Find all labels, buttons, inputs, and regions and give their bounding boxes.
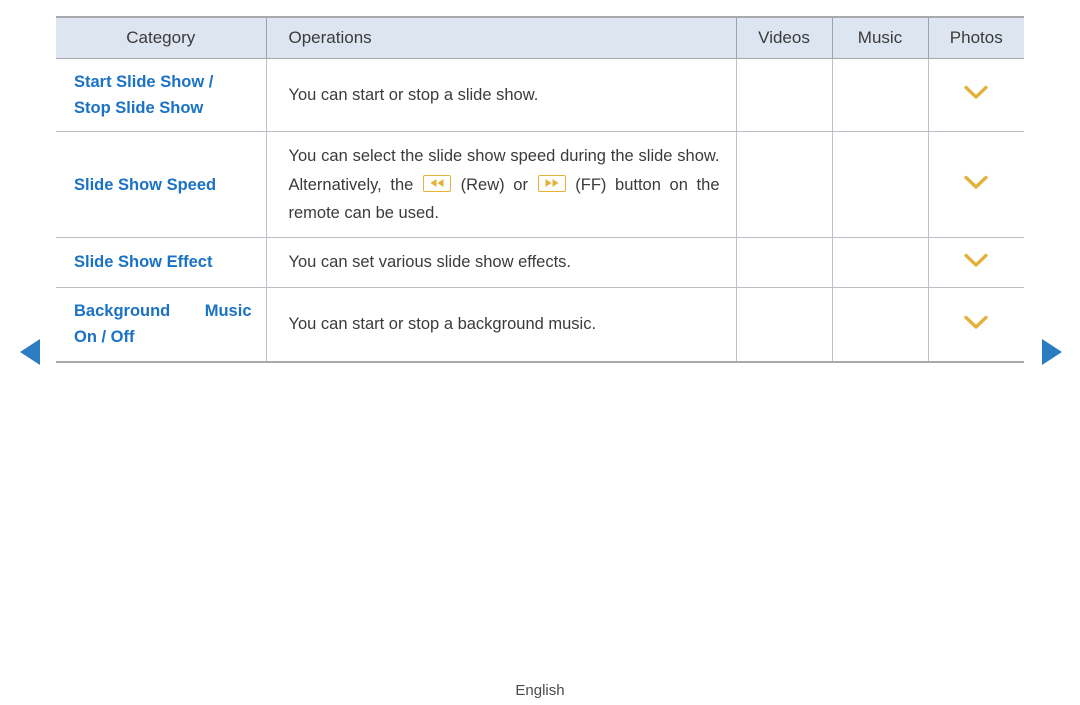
row-music-cell	[832, 287, 929, 363]
table-row: Slide Show Effect You can set various sl…	[56, 237, 1024, 288]
category-label-line1: Slide Show Effect	[74, 253, 213, 272]
column-header-videos: Videos	[736, 16, 833, 59]
row-category-cell: Background Music On / Off	[56, 287, 267, 363]
media-operations-table-container: Category Operations Videos Music Photos …	[56, 16, 1024, 363]
category-label-line1: Background Music	[74, 301, 252, 320]
footer-language-label: English	[515, 682, 565, 699]
category-label-line2: Stop Slide Show	[74, 98, 204, 117]
row-videos-cell	[736, 58, 833, 133]
row-photos-cell	[928, 131, 1024, 239]
row-operations-cell: You can start or stop a background music…	[266, 287, 737, 363]
column-header-photos: Photos	[928, 16, 1024, 59]
row-videos-cell	[736, 131, 833, 239]
row-videos-cell	[736, 287, 833, 363]
check-mark-icon	[963, 314, 989, 330]
row-music-cell	[832, 131, 929, 239]
table-header: Category Operations Videos Music Photos	[56, 16, 1024, 59]
row-photos-cell	[928, 58, 1024, 133]
operations-description: You can select the slide show speed duri…	[289, 142, 720, 227]
fast-forward-icon	[537, 174, 566, 192]
row-music-cell	[832, 58, 929, 133]
table-row: Start Slide Show / Stop Slide Show You c…	[56, 58, 1024, 133]
table-body: Start Slide Show / Stop Slide Show You c…	[56, 58, 1024, 363]
next-page-arrow[interactable]	[1039, 337, 1065, 367]
column-header-category: Category	[56, 16, 267, 59]
previous-page-arrow[interactable]	[17, 337, 43, 367]
operations-description: You can start or stop a background music…	[288, 314, 597, 333]
category-label-line2: On / Off	[74, 328, 135, 347]
check-mark-icon	[963, 174, 989, 190]
check-mark-icon	[963, 84, 989, 100]
row-photos-cell	[928, 237, 1024, 288]
table-row: Slide Show Speed You can select the slid…	[56, 131, 1024, 239]
media-operations-table: Category Operations Videos Music Photos …	[56, 16, 1024, 363]
check-mark-icon	[963, 252, 989, 268]
row-music-cell	[832, 237, 929, 288]
row-operations-cell: You can select the slide show speed duri…	[266, 131, 737, 239]
row-operations-cell: You can start or stop a slide show.	[266, 58, 737, 133]
operations-description: You can set various slide show effects.	[288, 253, 572, 272]
operations-text-part2: (Rew) or	[451, 175, 537, 194]
row-operations-cell: You can set various slide show effects.	[266, 237, 737, 288]
table-row: Background Music On / Off You can start …	[56, 287, 1024, 363]
category-label-line1: Slide Show Speed	[74, 175, 217, 194]
row-category-cell: Slide Show Speed	[56, 131, 267, 239]
row-category-cell: Start Slide Show / Stop Slide Show	[56, 58, 267, 133]
column-header-music: Music	[832, 16, 929, 59]
row-videos-cell	[736, 237, 833, 288]
table-header-row: Category Operations Videos Music Photos	[56, 16, 1024, 59]
row-photos-cell	[928, 287, 1024, 363]
row-category-cell: Slide Show Effect	[56, 237, 267, 288]
category-label-line1: Start Slide Show /	[74, 72, 214, 91]
operations-description: You can start or stop a slide show.	[288, 85, 539, 104]
rewind-icon	[422, 174, 451, 192]
column-header-operations: Operations	[266, 16, 737, 59]
